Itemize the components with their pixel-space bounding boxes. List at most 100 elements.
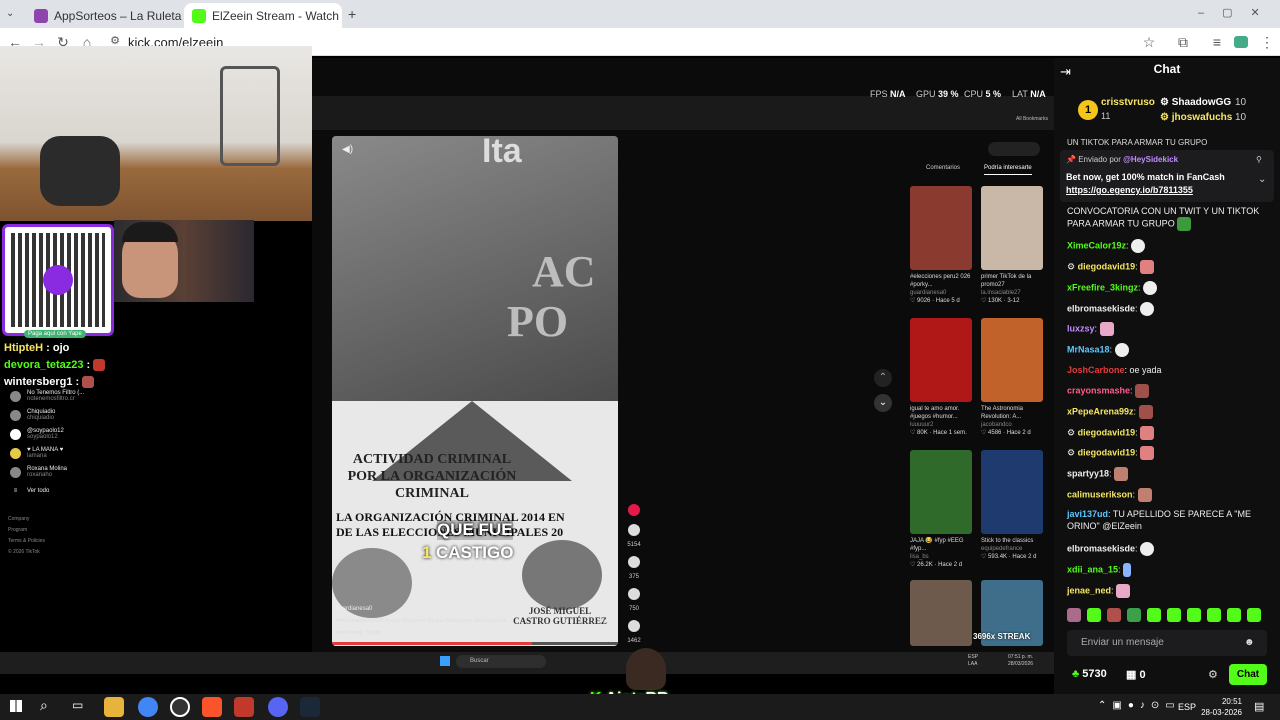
thumbnail[interactable] [910,186,972,270]
tiktok-video[interactable]: Ita AC PO ◀) ACTIVIDAD CRIMINAL POR LA O… [332,136,618,646]
chat-username[interactable]: diegodavid19 [1078,447,1136,457]
channel-points[interactable]: ♣ 5730 [1072,668,1107,680]
emote-icon[interactable] [1247,608,1261,622]
system-tray-icons[interactable]: ⌃▣●♪⊙▭ [1098,700,1181,711]
chat-username[interactable]: jenae_ned [1067,585,1111,595]
settings-gear-icon[interactable]: ⚙ [1208,668,1218,681]
emote-icon[interactable] [1107,608,1121,622]
voicemeeter-icon[interactable] [234,697,254,717]
following-item[interactable]: ♥ LA MANA ♥ lamana [10,447,63,459]
video-progress-track[interactable] [332,642,618,645]
emote-icon[interactable] [1087,608,1101,622]
search-icon[interactable]: ⌕ [40,697,48,714]
reading-list-icon[interactable]: ≡ [1208,34,1226,50]
thumbnail[interactable] [910,580,972,646]
footer-link[interactable]: Company [8,514,45,525]
emote-icon[interactable] [1067,608,1081,622]
thumbnail[interactable]: 3696x STREAK [973,580,1043,646]
emote-icon[interactable] [1127,608,1141,622]
chat-username[interactable]: MrNasa18 [1067,344,1110,354]
send-chat-button[interactable]: Chat [1229,664,1267,685]
windows-start-icon[interactable] [10,700,22,712]
following-item[interactable]: Roxana Molina roxanaho [10,466,67,478]
discord-icon[interactable] [268,697,288,717]
like-heart-icon[interactable] [628,524,640,536]
brave-icon[interactable] [202,697,222,717]
panel-actions[interactable] [988,142,1040,156]
chat-username[interactable]: luxzsy [1067,323,1095,333]
chat-username[interactable]: xdii_ana_15 [1067,564,1118,574]
chat-username[interactable]: XimeCalor19z [1067,240,1126,250]
thumbnail[interactable] [981,186,1043,270]
system-clock[interactable]: 20:51 28-03-2026 [1198,696,1242,718]
tab-appsorteos[interactable]: AppSorteos – La Ruleta de la Su ✕ [26,3,182,28]
tab-might-interest[interactable]: Podría interesarte [984,165,1032,175]
share-icon[interactable] [628,620,640,632]
chat-username[interactable]: elbromasekisde [1067,543,1135,553]
chat-input[interactable]: Enviar un mensaje [1067,630,1267,656]
chat-username[interactable]: spartyy18 [1067,468,1109,478]
file-explorer-icon[interactable] [104,697,124,717]
comment-icon[interactable] [628,556,640,568]
footer-link[interactable]: Program [8,525,45,536]
emote-icon[interactable] [1187,608,1201,622]
bookmark-icon[interactable] [628,588,640,600]
chrome-icon[interactable] [138,697,158,717]
emoji-picker-icon[interactable]: ☻ [1244,637,1255,648]
steam-icon[interactable] [300,697,320,717]
new-tab-button[interactable]: + [348,6,356,22]
pinned-by-user[interactable]: @HeySidekick [1123,155,1178,164]
following-item[interactable]: No Tenemos Filtro (... notenemosfiltro.cr [10,390,84,402]
chat-username[interactable]: diegodavid19 [1078,427,1136,437]
emote-icon[interactable] [1227,608,1241,622]
chat-username[interactable]: JoshCarbone [1067,365,1125,375]
video-author[interactable]: guardianesa0 [336,606,372,612]
pinned-link[interactable]: https://go.egency.io/b7811355 [1066,185,1193,195]
chevron-down-icon[interactable]: ⌄ [1258,174,1266,185]
store-count[interactable]: ▦ 0 [1126,668,1146,681]
next-video-icon[interactable]: ⌄ [874,394,892,412]
notification-icon[interactable]: ▤ [1254,700,1264,713]
points-icon: ♣ [1072,668,1080,680]
task-view-icon[interactable]: ▭ [72,698,83,712]
prev-video-icon[interactable]: ⌃ [874,369,892,387]
tab-elzeein[interactable]: ElZeein Stream - Watch Live ✕ [184,3,342,28]
thumbnail[interactable] [981,450,1043,534]
thumbnail[interactable] [981,318,1043,402]
gifter-name[interactable]: ⚙ jhoswafuchs [1160,112,1232,123]
thumbnail-likes: 80K [917,430,928,436]
emote-icon[interactable] [1147,608,1161,622]
menu-icon[interactable]: ⋮ [1258,34,1276,51]
following-item[interactable]: @soypaolo12 soypaolo12 [10,428,64,440]
gifter-name[interactable]: ⚙ ShaadowGG [1160,97,1231,108]
chat-username[interactable]: xPepeArena99z [1067,406,1134,416]
following-item[interactable]: Chiquiadio chiquiadio [10,409,55,421]
see-all-link[interactable]: ≡ Ver todo [10,488,50,494]
thumbnail[interactable] [910,318,972,402]
obs-icon[interactable] [170,697,190,717]
profile-icon[interactable] [1234,36,1248,48]
more-link[interactable]: más [598,618,607,624]
window-controls[interactable]: –▢✕ [1198,6,1278,19]
extensions-icon[interactable]: ⧉ [1174,34,1192,51]
unpin-icon[interactable]: ⚲ [1256,155,1262,164]
tab-list-chevron-icon[interactable]: ⌄ [6,8,14,19]
mute-icon[interactable]: ◀) [342,144,353,155]
thumbnail-age: Hace 2 d [938,562,963,568]
emote-icon[interactable] [1167,608,1181,622]
emote-icon[interactable] [1207,608,1221,622]
chat-username[interactable]: xFreefire_3kingz [1067,282,1138,292]
footer-link[interactable]: Terms & Policies [8,536,45,547]
bookmark-star-icon[interactable]: ☆ [1140,34,1158,51]
creator-avatar-icon[interactable] [628,504,640,516]
top-gifter-name[interactable]: crisstvruso [1101,97,1155,108]
tab-comments[interactable]: Comentarios [926,165,960,171]
webcam-streamer [114,220,254,302]
chat-username[interactable]: crayonsmashe [1067,385,1130,395]
chat-username[interactable]: elbromasekisde [1067,303,1135,313]
chat-username[interactable]: diegodavid19 [1078,261,1136,271]
chat-username[interactable]: calimuserikson [1067,489,1133,499]
chat-username[interactable]: javi137ud [1067,509,1108,519]
input-language[interactable]: ESP [1178,702,1196,712]
thumbnail[interactable] [910,450,972,534]
